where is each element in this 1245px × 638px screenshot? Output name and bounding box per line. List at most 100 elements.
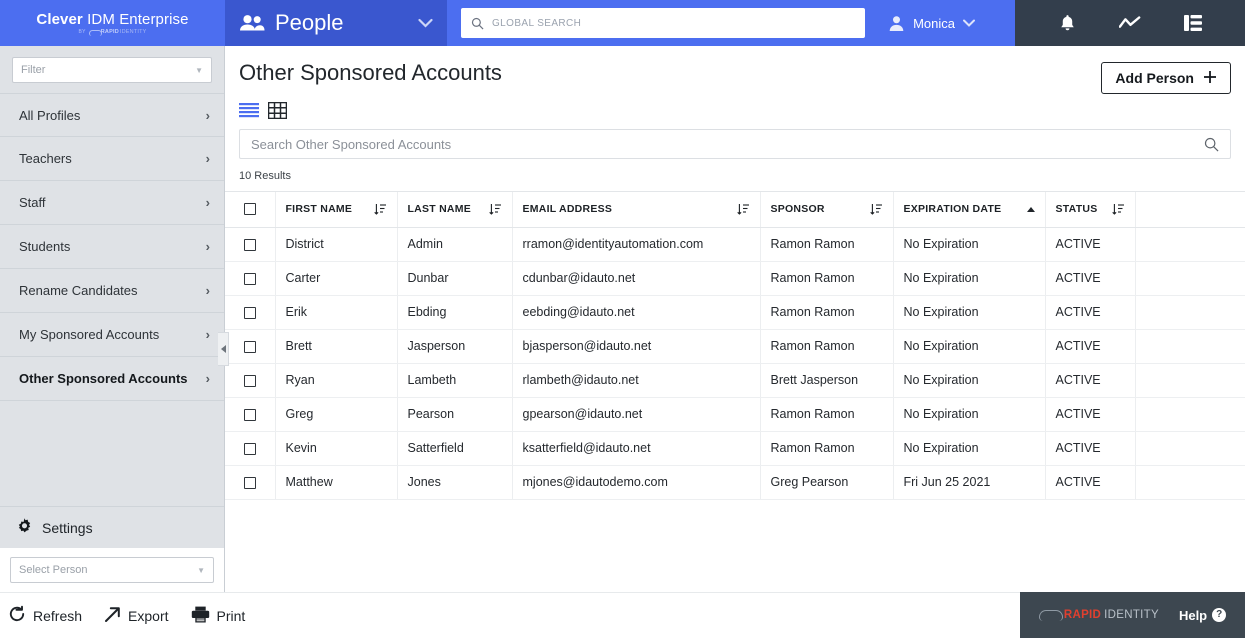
chevron-right-icon: › (205, 371, 210, 386)
sort-ascending-icon[interactable] (1026, 206, 1035, 212)
sidebar-item-settings[interactable]: Settings (0, 506, 224, 548)
sidebar-item-label: Teachers (19, 151, 72, 166)
cell-status: ACTIVE (1045, 363, 1136, 398)
row-select-cell (225, 227, 276, 262)
cell-sponsor: Ramon Ramon (760, 227, 894, 262)
cell-status: ACTIVE (1045, 261, 1136, 296)
filter-input[interactable]: Filter ▼ (12, 57, 212, 83)
sidebar-item-my-sponsored-accounts[interactable]: My Sponsored Accounts › (0, 313, 224, 357)
column-label: EXPIRATION DATE (903, 203, 1002, 216)
grid-view-icon[interactable] (268, 102, 287, 119)
list-view-icon[interactable] (239, 102, 259, 119)
table-header-row: FIRST NAME LAST NAME EMAIL ADDRESS SPONS… (225, 192, 1245, 228)
row-checkbox[interactable] (243, 374, 256, 387)
column-header-email-address[interactable]: EMAIL ADDRESS (512, 192, 761, 228)
column-header-sponsor[interactable]: SPONSOR (760, 192, 894, 228)
row-select-cell (225, 363, 276, 398)
cell-status: ACTIVE (1045, 329, 1136, 364)
cell-status: ACTIVE (1045, 295, 1136, 330)
table-row[interactable]: Carter Dunbar cdunbar@idauto.net Ramon R… (225, 261, 1245, 296)
row-checkbox[interactable] (243, 476, 256, 489)
select-all-checkbox[interactable] (243, 203, 256, 216)
section-title: People (275, 10, 344, 35)
table-row[interactable]: District Admin rramon@identityautomation… (225, 227, 1245, 262)
column-header-expiration-date[interactable]: EXPIRATION DATE (893, 192, 1046, 228)
row-checkbox[interactable] (243, 442, 256, 455)
cell-email: cdunbar@idauto.net (512, 261, 761, 296)
add-person-button[interactable]: Add Person (1101, 62, 1231, 94)
sidebar-item-other-sponsored-accounts[interactable]: Other Sponsored Accounts › (0, 357, 224, 401)
sidebar-item-all-profiles[interactable]: All Profiles › (0, 93, 224, 137)
activity-chart-icon[interactable] (1118, 15, 1141, 31)
global-search-input[interactable]: GLOBAL SEARCH (461, 8, 865, 38)
cell-email: eebding@idauto.net (512, 295, 761, 330)
cell-actions (1135, 397, 1245, 432)
row-select-cell (225, 295, 276, 330)
cell-actions (1135, 363, 1245, 398)
sidebar-nav-list: All Profiles › Teachers › Staff › Studen… (0, 93, 224, 401)
sort-icon[interactable] (1111, 203, 1125, 216)
row-select-cell (225, 465, 276, 500)
chevron-down-icon (963, 16, 975, 30)
cell-email: gpearson@idauto.net (512, 397, 761, 432)
cell-last-name: Dunbar (397, 261, 513, 296)
chevron-right-icon: › (205, 151, 210, 166)
sidebar-item-label: My Sponsored Accounts (19, 327, 160, 342)
sidebar-collapse-toggle[interactable] (218, 332, 229, 366)
cell-email: rramon@identityautomation.com (512, 227, 761, 262)
row-checkbox[interactable] (243, 408, 256, 421)
sidebar-item-staff[interactable]: Staff › (0, 181, 224, 225)
select-person-dropdown[interactable]: Select Person ▼ (10, 557, 214, 583)
results-count: 10 Results (239, 170, 291, 182)
search-accounts-input[interactable]: Search Other Sponsored Accounts (239, 129, 1231, 159)
cell-actions (1135, 261, 1245, 296)
user-menu[interactable]: Monica (888, 15, 1001, 32)
sidebar-item-rename-candidates[interactable]: Rename Candidates › (0, 269, 224, 313)
export-button[interactable]: Export (104, 606, 169, 626)
brand-by-label: BY (78, 29, 86, 35)
row-checkbox[interactable] (243, 238, 256, 251)
search-row: Search Other Sponsored Accounts (225, 119, 1245, 159)
section-selector-people[interactable]: People (225, 0, 447, 46)
chevron-down-icon[interactable] (418, 18, 433, 28)
sort-icon[interactable] (488, 203, 502, 216)
cell-last-name: Pearson (397, 397, 513, 432)
row-checkbox[interactable] (243, 340, 256, 353)
brand-name-bold: Clever (36, 10, 83, 28)
row-checkbox[interactable] (243, 306, 256, 319)
refresh-button[interactable]: Refresh (8, 605, 82, 626)
bell-icon[interactable] (1059, 14, 1076, 32)
table-row[interactable]: Erik Ebding eebding@idauto.net Ramon Ram… (225, 295, 1245, 330)
table-body: District Admin rramon@identityautomation… (225, 227, 1245, 500)
gear-icon (16, 517, 33, 539)
sidebar-item-students[interactable]: Students › (0, 225, 224, 269)
sidebar: Filter ▼ All Profiles › Teachers › Staff… (0, 46, 229, 592)
row-checkbox[interactable] (243, 272, 256, 285)
rapid-label: RAPID (1063, 609, 1102, 621)
sidebar-item-teachers[interactable]: Teachers › (0, 137, 224, 181)
table-row[interactable]: Greg Pearson gpearson@idauto.net Ramon R… (225, 397, 1245, 432)
refresh-label: Refresh (33, 607, 83, 624)
brand-logo[interactable]: Clever IDM Enterprise BY RAPID IDENTITY (0, 0, 225, 46)
grid-list-icon[interactable] (1183, 15, 1202, 31)
table-row[interactable]: Brett Jasperson bjasperson@idauto.net Ra… (225, 329, 1245, 364)
chevron-right-icon: › (205, 327, 210, 342)
cell-actions (1135, 227, 1245, 262)
table-row[interactable]: Matthew Jones mjones@idautodemo.com Greg… (225, 465, 1245, 500)
column-header-last-name[interactable]: LAST NAME (397, 192, 513, 228)
sort-icon[interactable] (736, 203, 750, 216)
column-header-first-name[interactable]: FIRST NAME (275, 192, 398, 228)
sort-icon[interactable] (869, 203, 883, 216)
table-row[interactable]: Kevin Satterfield ksatterfield@idauto.ne… (225, 431, 1245, 466)
help-button[interactable]: Help ? (1179, 608, 1227, 623)
search-icon[interactable] (1204, 137, 1219, 152)
column-header-status[interactable]: STATUS (1045, 192, 1136, 228)
sort-icon[interactable] (373, 203, 387, 216)
cell-actions (1135, 465, 1245, 500)
print-button[interactable]: Print (191, 606, 245, 626)
cell-expiration: Fri Jun 25 2021 (893, 465, 1046, 500)
question-mark-icon: ? (1212, 608, 1227, 622)
cell-email: ksatterfield@idauto.net (512, 431, 761, 466)
table-row[interactable]: Ryan Lambeth rlambeth@idauto.net Brett J… (225, 363, 1245, 398)
cell-sponsor: Ramon Ramon (760, 397, 894, 432)
